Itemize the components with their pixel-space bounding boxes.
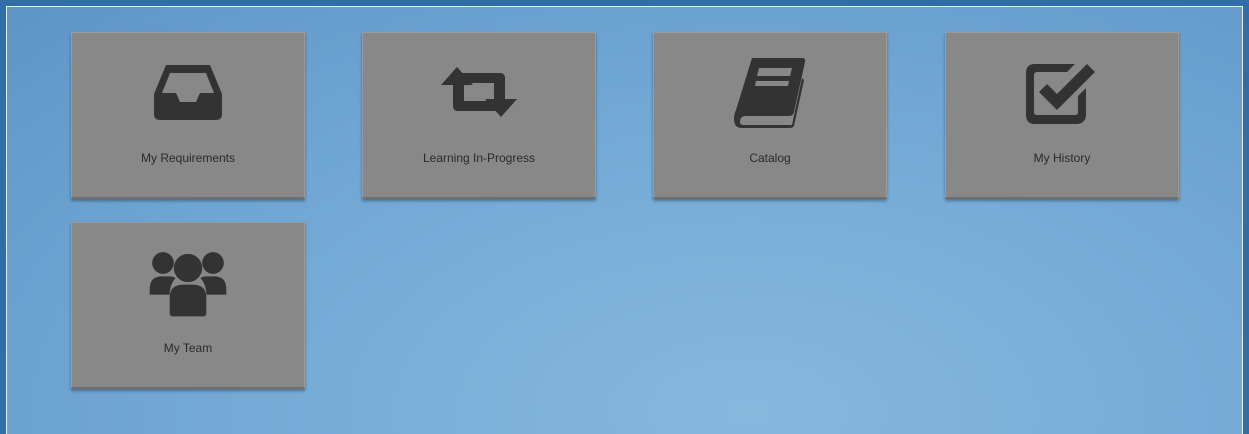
tile-label: Learning In-Progress bbox=[422, 151, 536, 165]
tile-my-team[interactable]: My Team bbox=[71, 222, 305, 389]
group-icon bbox=[148, 241, 228, 325]
dashboard-panel: My Requirements Learning In-Progress Cat… bbox=[6, 6, 1243, 434]
tile-label: Catalog bbox=[749, 151, 791, 165]
tile-my-requirements[interactable]: My Requirements bbox=[71, 32, 305, 199]
app-frame: My Requirements Learning In-Progress Cat… bbox=[0, 0, 1249, 434]
tile-catalog[interactable]: Catalog bbox=[653, 32, 887, 199]
tile-my-history[interactable]: My History bbox=[945, 32, 1179, 199]
tile-label: My Team bbox=[163, 341, 213, 355]
tile-label: My History bbox=[1033, 151, 1091, 165]
inbox-icon bbox=[148, 57, 228, 127]
retweet-icon bbox=[439, 57, 519, 127]
tile-learning-in-progress[interactable]: Learning In-Progress bbox=[362, 32, 596, 199]
book-icon bbox=[730, 57, 810, 128]
tile-label: My Requirements bbox=[140, 151, 236, 165]
checkbox-icon bbox=[1022, 57, 1102, 127]
